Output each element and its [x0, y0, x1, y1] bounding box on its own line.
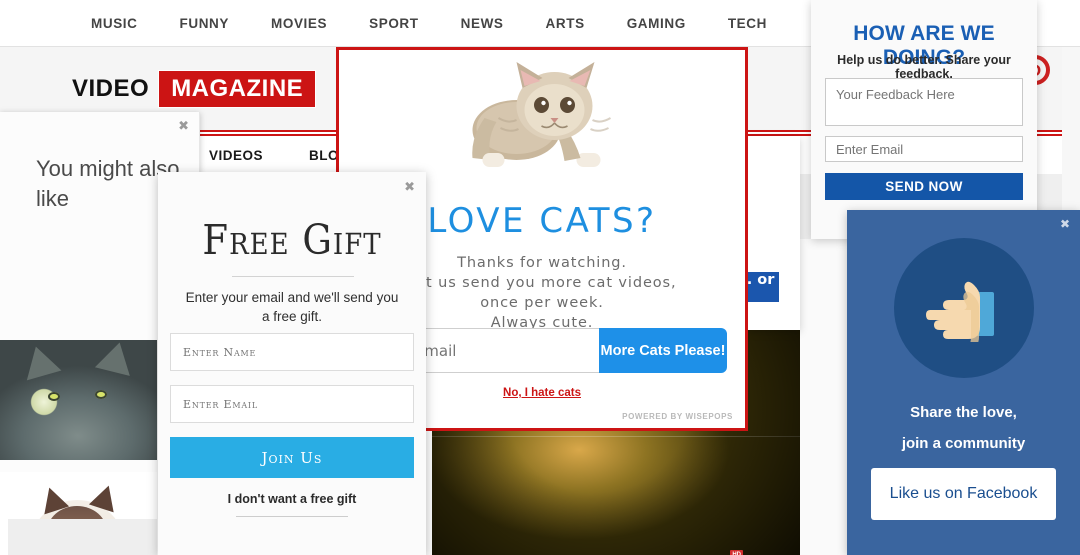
- free-gift-email-input[interactable]: [170, 385, 414, 423]
- free-gift-subtext: Enter your email and we'll send you a fr…: [182, 288, 402, 326]
- feedback-textarea[interactable]: [825, 78, 1023, 126]
- site-logo[interactable]: VIDEOMAGAZINE: [72, 75, 315, 103]
- love-cats-submit-button[interactable]: More Cats Please!: [599, 328, 727, 373]
- topnav-item-music[interactable]: MUSIC: [70, 16, 159, 31]
- free-gift-decline-link[interactable]: I don't want a free gift: [158, 492, 426, 506]
- logo-word-video: VIDEO: [72, 75, 149, 102]
- close-icon[interactable]: ✖: [404, 181, 415, 194]
- feedback-popup: HOW ARE WE DOING? Help us do better. Sha…: [811, 0, 1037, 239]
- topnav-item-movies[interactable]: MOVIES: [250, 16, 348, 31]
- kitten-illustration: [455, 58, 630, 193]
- free-gift-divider: [232, 276, 354, 277]
- free-gift-name-input[interactable]: [170, 333, 414, 371]
- related-panel-footer: [8, 519, 157, 555]
- facebook-share-popup: ✖ Share the love, join a community Like …: [847, 210, 1080, 555]
- nav-item-videos[interactable]: VIDEOS: [186, 148, 286, 163]
- free-gift-title: Free Gift: [158, 216, 426, 264]
- hd-badge: HD: [730, 550, 743, 555]
- free-gift-popup: ✖ Free Gift Enter your email and we'll s…: [158, 172, 426, 555]
- logo-word-magazine: MAGAZINE: [159, 71, 315, 107]
- cat-eye-right: [95, 390, 107, 399]
- like-on-facebook-button[interactable]: Like us on Facebook: [871, 468, 1056, 520]
- cat-ear-right: [95, 340, 137, 376]
- feedback-subtitle: Help us do better. Share your feedback.: [811, 53, 1037, 81]
- topnav-item-gaming[interactable]: GAMING: [606, 16, 707, 31]
- thumbs-up-icon: [922, 276, 1006, 342]
- topnav-item-funny[interactable]: FUNNY: [159, 16, 251, 31]
- free-gift-submit-button[interactable]: Join Us: [170, 437, 414, 478]
- facebook-share-line-1: Share the love,: [847, 404, 1080, 421]
- cat-ear-left: [19, 342, 62, 381]
- facebook-share-line-2: join a community: [847, 435, 1080, 452]
- screenshot-stage: MUSIC FUNNY MOVIES SPORT NEWS ARTS GAMIN…: [0, 0, 1080, 555]
- close-icon[interactable]: ✖: [1060, 218, 1070, 230]
- cat-eye-left: [48, 392, 60, 401]
- feedback-send-button[interactable]: SEND NOW: [825, 173, 1023, 200]
- topnav-item-sport[interactable]: SPORT: [348, 16, 440, 31]
- free-gift-decline-underline: [236, 516, 348, 517]
- topnav-item-arts[interactable]: ARTS: [525, 16, 606, 31]
- powered-by-label: POWERED BY WISEPOPS: [622, 412, 733, 421]
- feedback-email-input[interactable]: [825, 136, 1023, 162]
- topnav-item-tech[interactable]: TECH: [707, 16, 788, 31]
- close-icon[interactable]: ✖: [178, 120, 189, 133]
- topnav-item-news[interactable]: NEWS: [440, 16, 525, 31]
- related-thumbnail-grey-cat[interactable]: [0, 340, 157, 460]
